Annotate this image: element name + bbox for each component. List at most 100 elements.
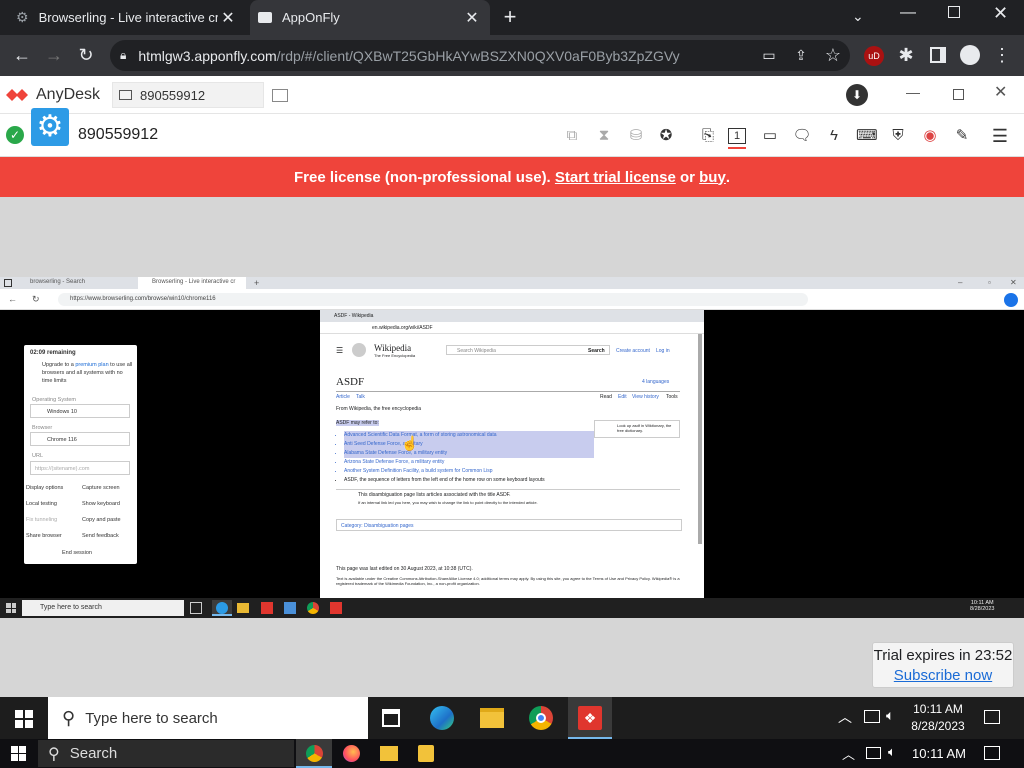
inner-search-box[interactable]: Type here to search — [22, 600, 184, 616]
host-chrome-icon[interactable] — [306, 745, 323, 762]
wiki-search-button[interactable]: Search — [588, 348, 605, 354]
subscribe-link[interactable]: Subscribe now — [894, 667, 992, 684]
whiteboard-pen-icon[interactable]: ✎ — [952, 126, 972, 146]
tab-view-history[interactable]: View history — [632, 394, 659, 400]
action-capture-screen[interactable]: Capture screen — [82, 485, 132, 491]
host-notifications-icon[interactable] — [984, 746, 1000, 760]
host-network-icon[interactable] — [866, 747, 881, 759]
edge-icon[interactable] — [430, 706, 454, 730]
action-fix-tunneling[interactable]: Fix tunneling — [26, 517, 76, 523]
database-icon[interactable]: ⛁ — [626, 126, 646, 146]
notifications-icon[interactable] — [984, 710, 1000, 724]
connect-monitor-icon[interactable] — [272, 89, 288, 102]
bookmark-star-icon[interactable]: ☆ — [821, 43, 845, 67]
chrome-icon[interactable] — [529, 706, 553, 730]
action-share-browser[interactable]: Share browser — [26, 533, 76, 539]
inner-back-icon[interactable]: ← — [8, 294, 17, 304]
create-account-link[interactable]: Create account — [616, 348, 650, 354]
action-send-feedback[interactable]: Send feedback — [82, 533, 132, 539]
action-copy-paste[interactable]: Copy and paste — [82, 517, 132, 523]
start-trial-link[interactable]: Start trial license — [555, 169, 676, 186]
file-transfer-icon[interactable]: ⎘ — [698, 126, 718, 146]
close-icon[interactable]: ✕ — [462, 8, 482, 28]
host-clock[interactable]: 10:11 AM — [912, 746, 966, 761]
tab-browserling[interactable]: ⚙ Browserling - Live interactive cro ✕ — [8, 0, 246, 35]
privacy-shield-icon[interactable]: ⛨ — [888, 126, 908, 146]
tab-tools[interactable]: Tools — [666, 394, 678, 400]
address-field[interactable]: 890559912 — [112, 82, 264, 108]
inner-restore-icon[interactable]: ▫ — [988, 278, 991, 287]
wiki-url[interactable]: en.wikipedia.org/wiki/ASDF — [372, 325, 433, 331]
list-item[interactable]: ASDF, the sequence of letters from the l… — [344, 476, 594, 485]
host-tray-chevron-icon[interactable]: ︿ — [842, 744, 855, 763]
close-icon[interactable]: ✕ — [218, 8, 238, 28]
menu-hamburger-icon[interactable]: ☰ — [990, 126, 1010, 146]
extensions-icon[interactable]: ✱ — [894, 43, 918, 67]
forward-icon[interactable]: → — [42, 43, 66, 67]
action-local-testing[interactable]: Local testing — [26, 501, 76, 507]
scrollbar[interactable] — [698, 334, 702, 544]
premium-plan-link[interactable]: premium plan — [75, 362, 108, 368]
firefox-icon[interactable] — [343, 745, 360, 762]
clipboard-icon[interactable]: ▭ — [757, 43, 781, 67]
monitor-1-icon[interactable]: 1 — [728, 128, 746, 144]
action-show-keyboard[interactable]: Show keyboard — [82, 501, 132, 507]
host-volume-icon[interactable]: 🔈︎ — [888, 744, 896, 760]
tab-apponfly[interactable]: AppOnFly ✕ — [250, 0, 490, 35]
store-icon[interactable] — [418, 745, 434, 762]
ublock-icon[interactable]: uD — [864, 46, 884, 66]
actions-lightning-icon[interactable]: ϟ — [824, 126, 844, 146]
profile-avatar[interactable] — [960, 45, 980, 65]
list-item[interactable]: Arizona State Defense Force, a military … — [344, 458, 594, 467]
record-icon[interactable]: ◉ — [920, 126, 940, 146]
list-item[interactable]: Anti Seed Defense Force, a military — [344, 440, 594, 449]
task-view-icon[interactable] — [382, 709, 400, 727]
wiki-tab[interactable]: ASDF - Wikipedia — [334, 313, 373, 319]
tab-talk[interactable]: Talk — [356, 394, 365, 400]
inner-anydesk-icon-2[interactable] — [330, 602, 342, 614]
inner-start-icon[interactable] — [6, 603, 16, 613]
inner-anydesk-icon[interactable] — [261, 602, 273, 614]
wiki-search-input[interactable]: Search Wikipedia — [446, 345, 610, 355]
inner-folder-icon[interactable] — [237, 603, 249, 613]
new-tab-button[interactable]: + — [498, 4, 522, 30]
minimize-icon[interactable]: — — [906, 84, 920, 100]
anydesk-taskbar-icon[interactable]: ❖ — [578, 706, 602, 730]
languages-button[interactable]: 4 languages — [642, 379, 669, 385]
buy-link[interactable]: buy — [699, 169, 726, 186]
inner-chrome-icon[interactable] — [307, 602, 319, 614]
favorites-star-icon[interactable]: ✪ — [656, 126, 676, 146]
clock[interactable]: 10:11 AM 8/28/2023 — [910, 701, 966, 735]
chat-icon[interactable]: 🗨︎ — [792, 126, 812, 146]
action-display-options[interactable]: Display options — [26, 485, 76, 491]
start-windows-icon[interactable] — [15, 710, 33, 728]
display-icon[interactable]: ▭ — [760, 126, 780, 146]
inner-reload-icon[interactable]: ↻ — [32, 294, 40, 305]
host-search-box[interactable]: ⚲ Search — [38, 740, 294, 767]
tab-search-icon[interactable]: ⌄ — [852, 8, 864, 25]
tab-edit[interactable]: Edit — [618, 394, 627, 400]
file-explorer-icon[interactable] — [480, 708, 504, 728]
restore-icon[interactable] — [948, 6, 960, 18]
wiki-menu-icon[interactable]: ☰ — [336, 346, 343, 355]
log-in-link[interactable]: Log in — [656, 348, 670, 354]
back-icon[interactable]: ← — [10, 43, 34, 67]
tab-article[interactable]: Article — [336, 394, 350, 400]
os-select[interactable]: Windows 10 — [30, 404, 130, 418]
inner-tab-2[interactable]: Browserling - Live interactive cr — [138, 277, 246, 289]
wiktionary-box[interactable]: Look up asdf in Wiktionary, the free dic… — [594, 420, 680, 438]
menu-kebab-icon[interactable]: ⋮ — [990, 43, 1014, 67]
inner-profile-icon[interactable] — [1004, 293, 1018, 307]
inner-minimize-icon[interactable]: – — [958, 278, 962, 287]
inner-close-icon[interactable]: ✕ — [1010, 278, 1017, 287]
host-explorer-icon[interactable] — [380, 746, 398, 761]
hourglass-icon[interactable]: ⧗ — [594, 126, 614, 146]
address-bar[interactable]: 🔒︎ htmlgw3.apponfly.com /rdp/#/client/QX… — [110, 40, 850, 71]
side-panel-icon[interactable] — [930, 47, 946, 63]
list-item[interactable]: Advanced Scientific Data Format, a form … — [344, 431, 594, 440]
tab-read[interactable]: Read — [600, 394, 612, 400]
restore-icon[interactable] — [953, 89, 964, 100]
inner-app-icon[interactable] — [284, 602, 296, 614]
download-icon[interactable]: ⬇ — [846, 84, 868, 106]
share-icon[interactable]: ⇪ — [789, 43, 813, 67]
